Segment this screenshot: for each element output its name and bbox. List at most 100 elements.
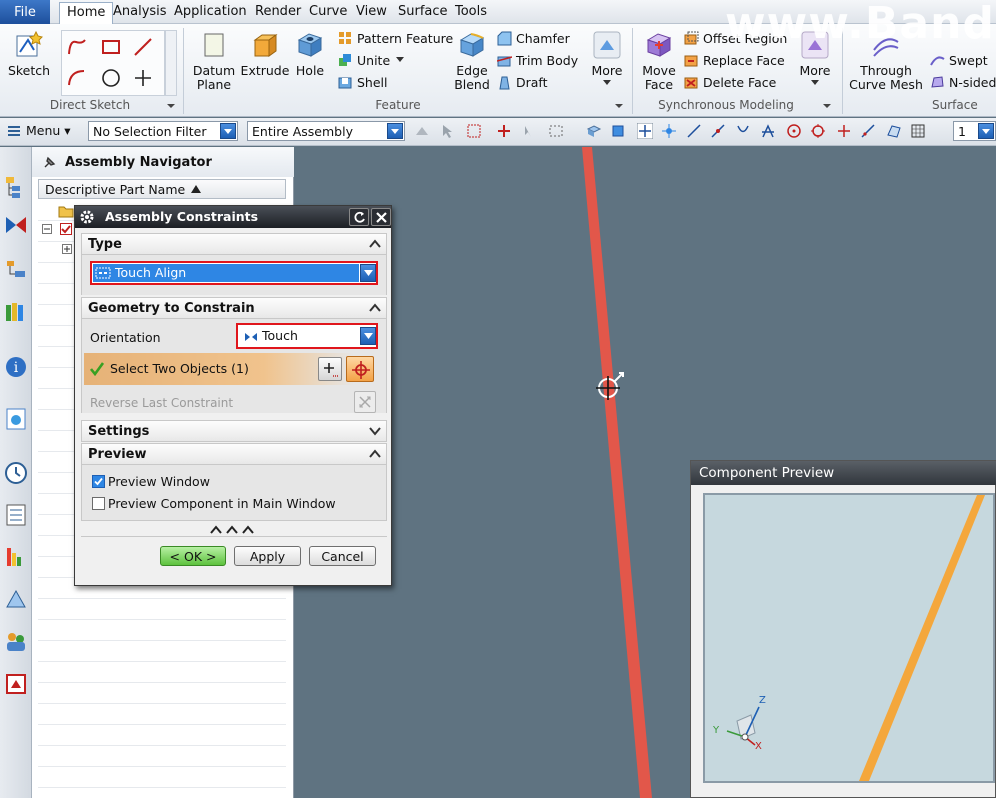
feature-more-button[interactable]: More <box>588 30 626 86</box>
assembly-navigator-icon[interactable] <box>4 175 28 199</box>
tab-view[interactable]: View <box>349 2 394 24</box>
constraint-navigator-icon[interactable] <box>4 213 28 237</box>
point-on-curve-icon[interactable] <box>860 123 876 139</box>
chevron-up-icon[interactable] <box>368 302 382 314</box>
arc-center-icon[interactable] <box>786 123 802 139</box>
ok-button[interactable]: < OK > <box>160 546 226 566</box>
web-browser-icon[interactable] <box>4 407 28 431</box>
existing-point-icon[interactable] <box>836 123 852 139</box>
reuse-library-icon[interactable] <box>4 299 28 323</box>
preview-window-checkbox[interactable] <box>92 475 105 488</box>
cancel-button[interactable]: Cancel <box>309 546 376 566</box>
tab-render[interactable]: Render <box>248 2 308 24</box>
preview-title-bar[interactable]: Component Preview <box>691 461 996 485</box>
roles-icon[interactable] <box>4 629 28 653</box>
geometry-section-header[interactable]: Geometry to Constrain <box>81 297 387 319</box>
point-icon[interactable] <box>132 67 154 89</box>
circle-icon[interactable] <box>100 67 122 89</box>
orientation-dropdown-arrow[interactable] <box>360 327 376 345</box>
chevron-down-icon[interactable] <box>822 102 832 110</box>
pattern-feature-button[interactable]: Pattern Feature <box>338 28 453 48</box>
n-sided-button[interactable]: N-sided <box>930 72 996 92</box>
type-dropdown[interactable]: Touch Align <box>90 261 378 285</box>
visualization-icon[interactable] <box>4 545 28 569</box>
snap-on-icon[interactable] <box>637 123 653 139</box>
selection-filter-dropdown[interactable]: No Selection Filter <box>88 121 238 141</box>
lasso-icon[interactable] <box>522 123 538 139</box>
snap-point-icon[interactable] <box>661 123 677 139</box>
edge-blend-button[interactable]: Edge Blend <box>452 30 492 92</box>
pin-icon[interactable] <box>42 156 56 170</box>
analysis-tools-icon[interactable] <box>4 587 28 611</box>
chevron-down-icon[interactable] <box>368 425 382 437</box>
checked-component-icon[interactable] <box>60 223 72 235</box>
close-button[interactable] <box>371 208 391 226</box>
draft-button[interactable]: Draft <box>497 72 548 92</box>
reset-button[interactable] <box>349 208 369 226</box>
type-dropdown-arrow[interactable] <box>360 264 376 282</box>
rectangle-select-icon[interactable] <box>548 123 564 139</box>
select-object-button[interactable] <box>346 356 374 382</box>
delete-face-button[interactable]: Delete Face <box>684 72 776 92</box>
chevron-down-icon[interactable] <box>614 102 624 110</box>
swept-button[interactable]: Swept <box>930 50 988 70</box>
cube-icon[interactable] <box>610 123 626 139</box>
deselect-icon[interactable] <box>496 123 512 139</box>
component-filter-icon[interactable] <box>414 123 430 139</box>
arc-icon[interactable] <box>66 67 88 89</box>
gear-icon[interactable] <box>79 209 95 225</box>
type-section-header[interactable]: Type <box>81 233 387 255</box>
tree-expand-icon[interactable] <box>62 244 72 254</box>
tab-surface[interactable]: Surface <box>391 2 455 24</box>
unite-dropdown-icon[interactable] <box>396 57 405 63</box>
orientation-dropdown[interactable]: Touch <box>236 323 378 349</box>
info-icon[interactable]: i <box>4 355 28 379</box>
grid-snap-icon[interactable] <box>910 123 926 139</box>
tab-analysis[interactable]: Analysis <box>106 2 174 24</box>
chamfer-button[interactable]: Chamfer <box>497 28 570 48</box>
chevron-up-icon[interactable] <box>368 448 382 460</box>
process-studio-icon[interactable] <box>4 503 28 527</box>
settings-section-header[interactable]: Settings <box>81 420 387 442</box>
trim-body-button[interactable]: Trim Body <box>497 50 578 70</box>
datum-plane-button[interactable]: Datum Plane <box>190 30 238 92</box>
select-two-objects-row[interactable]: Select Two Objects (1) <box>84 353 384 385</box>
point-on-face-icon[interactable] <box>886 123 902 139</box>
chevron-up-icon[interactable] <box>368 238 382 250</box>
tab-application[interactable]: Application <box>167 2 254 24</box>
system-scenes-icon[interactable] <box>4 672 28 696</box>
control-point-icon[interactable] <box>735 123 751 139</box>
chevron-down-icon[interactable] <box>166 102 176 110</box>
assembly-scope-dropdown[interactable]: Entire Assembly <box>247 121 405 141</box>
count-dropdown[interactable]: 1 <box>953 121 996 141</box>
quadrant-point-icon[interactable] <box>810 123 826 139</box>
collapse-dialog-icon[interactable] <box>209 525 257 535</box>
file-menu-button[interactable]: File <box>0 0 50 24</box>
shell-button[interactable]: Shell <box>338 72 388 92</box>
menu-button[interactable]: Menu ▾ <box>26 123 71 138</box>
line-icon[interactable] <box>132 36 154 58</box>
preview-section-header[interactable]: Preview <box>81 443 387 465</box>
tab-tools[interactable]: Tools <box>448 2 494 24</box>
move-face-button[interactable]: Move Face <box>638 30 680 92</box>
add-object-button[interactable] <box>318 357 342 381</box>
dialog-title-bar[interactable]: Assembly Constraints <box>75 206 391 228</box>
apply-button[interactable]: Apply <box>234 546 301 566</box>
tab-curve[interactable]: Curve <box>302 2 354 24</box>
gallery-scroll[interactable] <box>165 30 177 96</box>
column-header-part-name[interactable]: Descriptive Part Name <box>38 179 286 199</box>
profile-icon[interactable] <box>66 36 88 58</box>
solid-body-icon[interactable] <box>586 123 602 139</box>
preview-canvas[interactable]: Z X Y <box>703 493 995 783</box>
cursor-filter-icon[interactable] <box>440 123 456 139</box>
preview-component-checkbox[interactable] <box>92 497 105 510</box>
unite-button[interactable]: Unite <box>338 50 405 70</box>
tree-collapse-icon[interactable] <box>42 224 52 234</box>
replace-face-button[interactable]: Replace Face <box>684 50 785 70</box>
intersection-icon[interactable] <box>760 123 776 139</box>
select-all-icon[interactable] <box>466 123 482 139</box>
rectangle-icon[interactable] <box>100 36 122 58</box>
hole-button[interactable]: Hole <box>292 30 328 78</box>
mid-point-icon[interactable] <box>710 123 726 139</box>
reverse-constraint-button[interactable] <box>354 391 376 413</box>
